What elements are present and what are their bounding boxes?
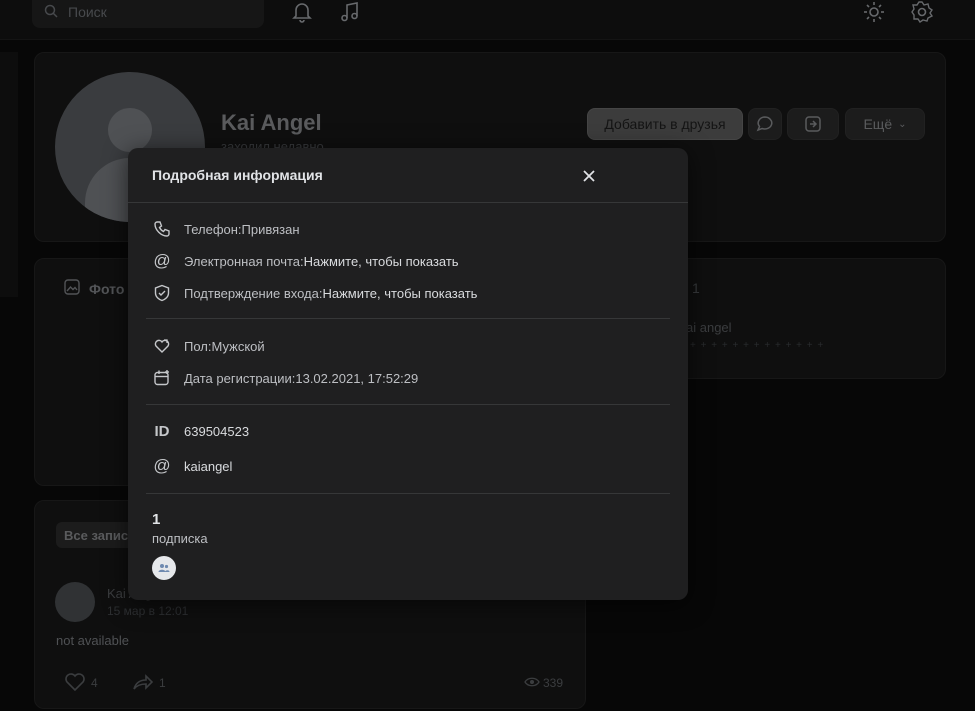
registration-date-value: 13.02.2021, 17:52:29 bbox=[295, 370, 419, 386]
details-modal: Подробная информация Телефон: Привязан @… bbox=[128, 148, 688, 600]
login-confirm-key: Подтверждение входа: bbox=[184, 285, 323, 301]
close-icon[interactable] bbox=[576, 163, 602, 189]
id-icon: ID bbox=[154, 422, 170, 440]
phone-key: Телефон: bbox=[184, 221, 242, 237]
gender-row: Пол: Мужской bbox=[152, 335, 265, 357]
subscriptions-count[interactable]: 1 bbox=[152, 511, 160, 528]
email-key: Электронная почта: bbox=[184, 253, 304, 269]
phone-row: Телефон: Привязан bbox=[152, 218, 300, 240]
phone-icon bbox=[152, 219, 172, 239]
user-id-row: ID 639504523 bbox=[152, 420, 250, 442]
phone-value: Привязан bbox=[241, 221, 300, 237]
login-confirm-row: Подтверждение входа: Нажмите, чтобы пока… bbox=[152, 282, 477, 304]
email-reveal-link[interactable]: Нажмите, чтобы показать bbox=[304, 254, 459, 269]
username-row: @ kaiangel bbox=[152, 455, 232, 477]
gender-value: Мужской bbox=[211, 338, 265, 354]
login-confirm-reveal-link[interactable]: Нажмите, чтобы показать bbox=[322, 286, 477, 301]
at-icon: @ bbox=[153, 456, 171, 475]
username-value: kaiangel bbox=[184, 458, 233, 474]
email-row: @ Электронная почта: Нажмите, чтобы пока… bbox=[152, 250, 459, 272]
modal-header-divider bbox=[128, 202, 688, 203]
section-divider bbox=[146, 404, 670, 405]
shield-icon bbox=[152, 283, 172, 303]
subscriptions-label[interactable]: подписка bbox=[152, 531, 208, 546]
registration-date-row: Дата регистрации: 13.02.2021, 17:52:29 bbox=[152, 367, 418, 389]
user-id-value: 639504523 bbox=[184, 423, 250, 439]
gender-icon bbox=[152, 336, 172, 356]
subscription-avatar[interactable] bbox=[152, 556, 176, 580]
section-divider bbox=[146, 318, 670, 319]
section-divider bbox=[146, 493, 670, 494]
registration-date-key: Дата регистрации: bbox=[184, 370, 296, 386]
calendar-icon bbox=[152, 368, 172, 388]
modal-title: Подробная информация bbox=[152, 167, 323, 183]
group-icon bbox=[158, 564, 170, 572]
at-icon: @ bbox=[153, 251, 171, 270]
gender-key: Пол: bbox=[184, 338, 212, 354]
